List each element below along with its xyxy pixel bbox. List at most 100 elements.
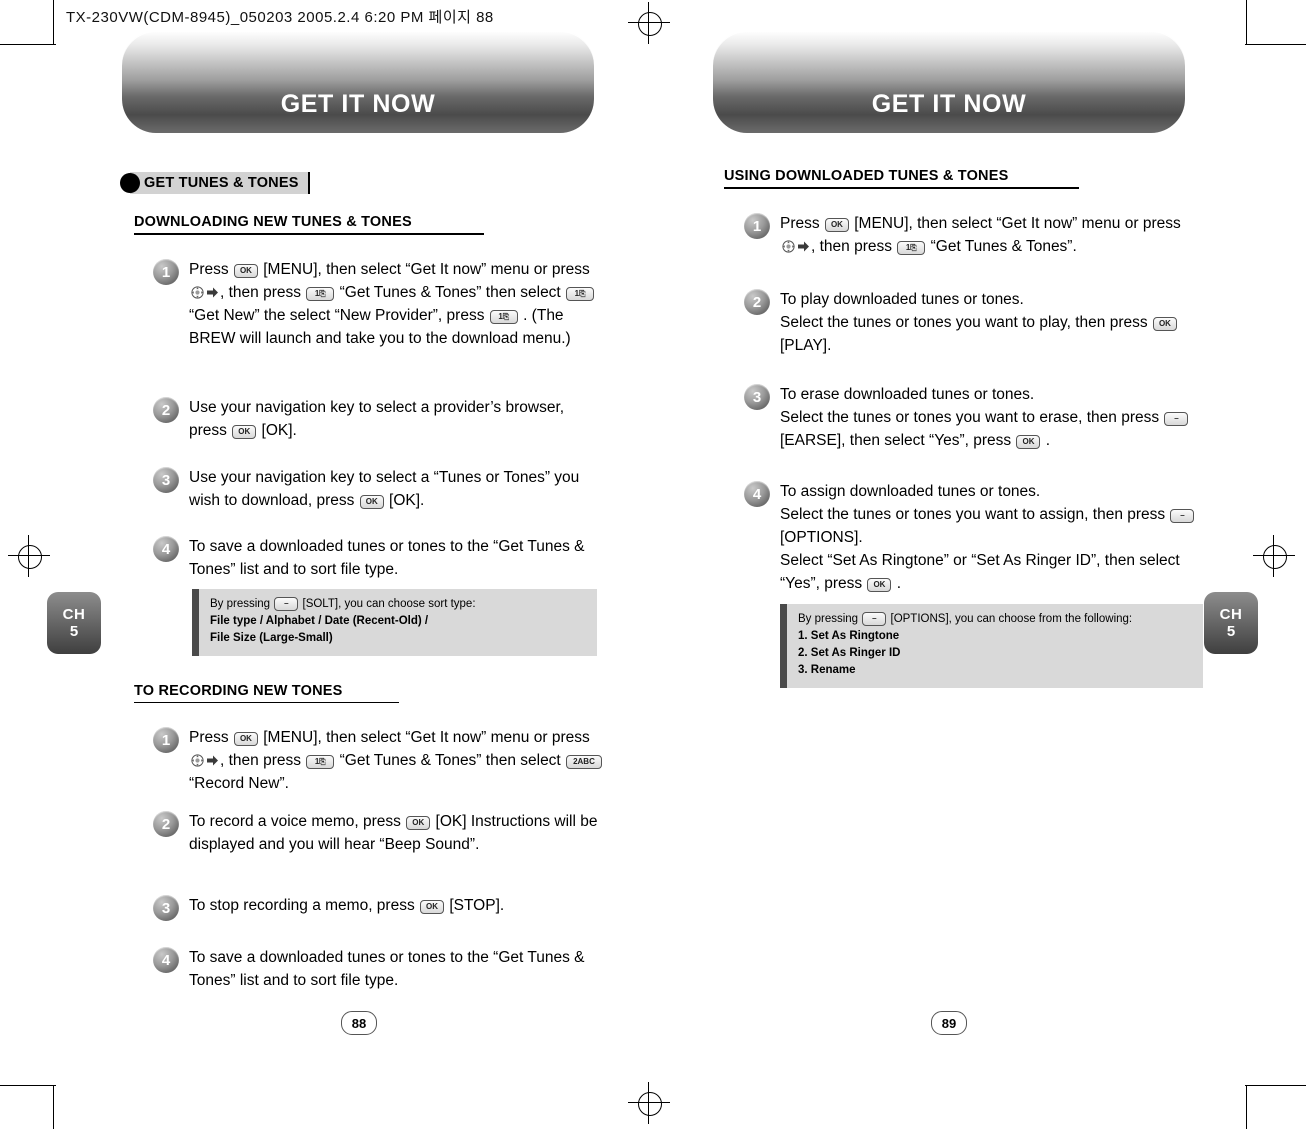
registration-mark-bottom xyxy=(638,1092,662,1116)
registration-mark-left-cross-h xyxy=(8,555,50,556)
bullet-dot-icon xyxy=(120,173,140,193)
left-soft-key-icon: – xyxy=(274,597,299,611)
keypad-key-icon: – xyxy=(1170,509,1195,523)
keypad-key-icon: OK xyxy=(824,218,849,232)
registration-mark-top-cross-v xyxy=(648,2,649,44)
crop-mark-top-left-vertical xyxy=(53,0,54,44)
step-item: 1 Press OK [MENU], then select “Get It n… xyxy=(153,258,605,350)
note-line-1: By pressing – [OPTIONS], you can choose … xyxy=(798,612,1133,626)
step-text: Use your navigation key to select a prov… xyxy=(189,399,565,439)
keypad-key-icon: 1⎘ xyxy=(566,287,595,301)
note-line-2: File type / Alphabet / Date (Recent-Old)… xyxy=(210,615,429,627)
step-text: Press OK [MENU], then select “Get It now… xyxy=(189,726,605,795)
step-text: To assign downloaded tunes or tones. Sele… xyxy=(780,480,1199,595)
step-number: 4 xyxy=(153,536,179,562)
registration-mark-right-cross-h xyxy=(1253,555,1295,556)
section-heading-label: GET TUNES & TONES xyxy=(130,172,310,194)
left-page-banner-title: GET IT NOW xyxy=(280,90,436,118)
step-number: 3 xyxy=(744,384,770,410)
keypad-key-icon: OK xyxy=(406,816,431,830)
print-header-strip: TX-230VW(CDM-8945)_050203 2005.2.4 6:20 … xyxy=(66,9,494,26)
step-item: 2 To play downloaded tunes or tones. Sele… xyxy=(744,288,1194,357)
right-arrow-icon xyxy=(206,283,219,298)
note-line-1: By pressing – [SOLT], you can choose sor… xyxy=(210,597,476,611)
step-item: 4 To save a downloaded tunes or tones to… xyxy=(153,535,598,581)
step-text: To play downloaded tunes or tones. Select… xyxy=(780,288,1194,357)
step-number: 2 xyxy=(153,397,179,423)
step-text: To save a downloaded tunes or tones to t… xyxy=(189,949,585,989)
crop-mark-top-right-vertical xyxy=(1246,0,1247,44)
registration-mark-bottom-cross-v xyxy=(648,1082,649,1124)
page-number-left: 88 xyxy=(341,1011,377,1035)
keypad-key-icon: 1⎘ xyxy=(306,755,335,769)
note-box-options: By pressing – [OPTIONS], you can choose … xyxy=(780,604,1203,688)
step-text: To save a downloaded tunes or tones to t… xyxy=(189,538,585,578)
step-item: 3 To stop recording a memo, press OK [ST… xyxy=(153,894,603,921)
sub-heading-to-recording-new-tones: TO RECORDING NEW TONES xyxy=(134,683,399,703)
crop-mark-top-right-horizontal xyxy=(1245,44,1306,45)
step-number: 3 xyxy=(153,467,179,493)
note-line-2: 1. Set As Ringtone xyxy=(798,630,900,642)
step-item: 3 Use your navigation key to select a “T… xyxy=(153,466,598,512)
page-number-right: 89 xyxy=(931,1011,967,1035)
navigation-key-icon xyxy=(190,283,205,299)
registration-mark-right xyxy=(1263,545,1287,569)
step-item: 1 Press OK [MENU], then select “Get It n… xyxy=(153,726,605,795)
step-item: 2 Use your navigation key to select a pr… xyxy=(153,396,598,442)
note-line-3: File Size (Large-Small) xyxy=(210,632,333,644)
step-number: 2 xyxy=(744,289,770,315)
left-page-banner: GET IT NOW xyxy=(122,31,594,133)
note-box-sort-type: By pressing – [SOLT], you can choose sor… xyxy=(192,589,597,656)
keypad-key-icon: OK xyxy=(1016,435,1041,449)
registration-mark-top-cross-h xyxy=(628,22,670,23)
crop-mark-bottom-left-horizontal xyxy=(0,1085,56,1086)
right-page-banner: GET IT NOW xyxy=(713,31,1185,133)
keypad-key-icon: – xyxy=(1164,412,1189,426)
crop-mark-top-left-horizontal xyxy=(0,44,56,45)
chapter-tab-label: CH xyxy=(1219,606,1243,623)
registration-mark-left xyxy=(18,545,42,569)
step-number: 3 xyxy=(153,895,179,921)
sub-heading-using-downloaded-tunes: USING DOWNLOADED TUNES & TONES xyxy=(724,168,1079,189)
registration-mark-left-cross-v xyxy=(28,535,29,577)
keypad-key-icon: OK xyxy=(232,425,257,439)
keypad-key-icon: 2ABC xyxy=(566,755,602,769)
crop-mark-bottom-right-horizontal xyxy=(1245,1085,1306,1086)
step-number: 1 xyxy=(153,259,179,285)
step-item: 4 To save a downloaded tunes or tones to… xyxy=(153,946,603,992)
keypad-key-icon: OK xyxy=(420,900,445,914)
keypad-key-icon: OK xyxy=(359,495,384,509)
crop-mark-bottom-left-vertical xyxy=(53,1085,54,1129)
step-text: To record a voice memo, press OK [OK] In… xyxy=(189,813,598,853)
chapter-tab-label: CH xyxy=(62,606,86,623)
registration-mark-right-cross-v xyxy=(1273,535,1274,577)
crop-mark-bottom-right-vertical xyxy=(1246,1085,1247,1129)
sub-heading-downloading-new-tunes: DOWNLOADING NEW TUNES & TONES xyxy=(134,214,484,235)
step-text: To stop recording a memo, press OK [STOP… xyxy=(189,897,505,914)
step-item: 4 To assign downloaded tunes or tones. Se… xyxy=(744,480,1199,595)
registration-mark-top xyxy=(638,12,662,36)
keypad-key-icon: OK xyxy=(867,578,892,592)
step-text: Press OK [MENU], then select “Get It now… xyxy=(780,215,1181,255)
right-arrow-icon xyxy=(206,751,219,766)
step-text: Press OK [MENU], then select “Get It now… xyxy=(189,258,605,350)
navigation-key-icon xyxy=(190,751,205,767)
navigation-key-icon xyxy=(781,237,796,253)
chapter-tab-number: 5 xyxy=(1226,623,1236,640)
keypad-key-icon: OK xyxy=(233,732,258,746)
right-arrow-icon xyxy=(797,237,810,252)
step-item: 1 Press OK [MENU], then select “Get It n… xyxy=(744,212,1194,258)
keypad-key-icon: 1⎘ xyxy=(306,287,335,301)
step-text: Use your navigation key to select a “Tun… xyxy=(189,469,580,509)
chapter-tab-number: 5 xyxy=(69,623,79,640)
note-line-3: 2. Set As Ringer ID xyxy=(798,647,901,659)
keypad-key-icon: 1⎘ xyxy=(489,310,518,324)
chapter-tab-right: CH 5 xyxy=(1204,592,1258,654)
step-item: 2 To record a voice memo, press OK [OK] … xyxy=(153,810,603,856)
keypad-key-icon: 1⎘ xyxy=(897,241,926,255)
right-page-banner-title: GET IT NOW xyxy=(871,90,1027,118)
left-soft-key-icon: – xyxy=(862,612,887,626)
step-number: 4 xyxy=(744,481,770,507)
section-heading-get-tunes-and-tones: GET TUNES & TONES xyxy=(120,172,310,194)
note-line-4: 3. Rename xyxy=(798,664,856,676)
